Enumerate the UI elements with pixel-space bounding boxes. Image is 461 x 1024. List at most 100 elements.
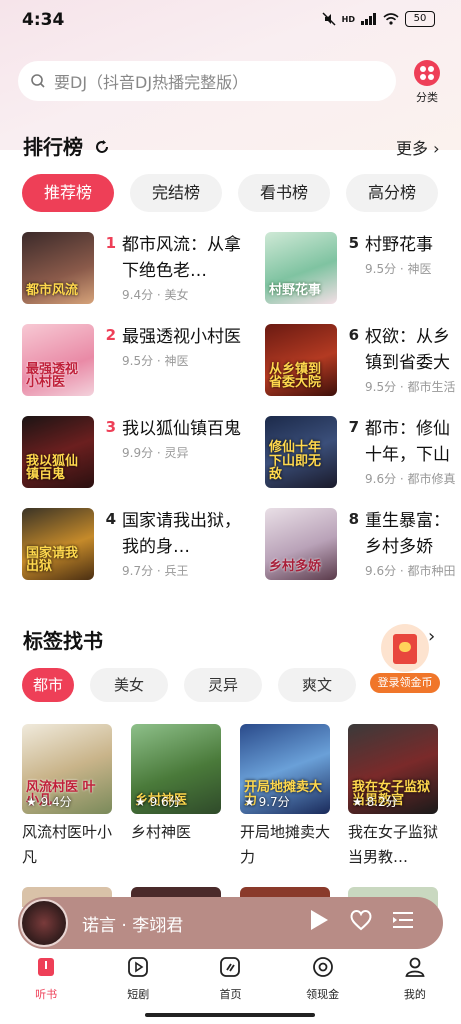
ranking-item[interactable]: 我以狐仙镇百鬼 3 我以狐仙镇百鬼 9.9分 · 灵异 bbox=[22, 416, 247, 488]
book-cover: 风流村医 叶小凡 ★ 9.4分 bbox=[22, 724, 112, 814]
nav-label: 我的 bbox=[403, 988, 426, 1001]
tab-reading[interactable]: 看书榜 bbox=[238, 174, 330, 212]
book-cover: 开局地摊卖大力 ★ 9.7分 bbox=[240, 724, 330, 814]
coin-icon bbox=[311, 956, 335, 980]
ranking-item[interactable]: 都市风流 1 都市风流：从拿下绝色老… 9.4分 · 美女 bbox=[22, 232, 247, 304]
book-score: 9.5分 bbox=[365, 262, 397, 276]
nav-short-drama[interactable]: 短剧 bbox=[92, 952, 184, 1002]
playlist-icon[interactable] bbox=[388, 910, 418, 936]
book-tag: 神医 bbox=[164, 354, 189, 368]
battery-indicator: 50 bbox=[405, 11, 435, 27]
album-art bbox=[20, 899, 68, 947]
refresh-icon[interactable] bbox=[94, 139, 110, 155]
tab-finished[interactable]: 完结榜 bbox=[130, 174, 222, 212]
ranking-item[interactable]: 村野花事 5 村野花事 9.5分 · 神医 bbox=[265, 232, 461, 304]
chip-urban[interactable]: 都市 bbox=[22, 668, 74, 702]
play-icon bbox=[126, 956, 150, 980]
book-meta: 9.6分 · 都市种田 bbox=[365, 564, 456, 578]
tag-book-card[interactable]: 我在女子监狱当男教官 ★ 8.2分 我在女子监狱当男教… bbox=[348, 724, 438, 870]
nav-label: 短剧 bbox=[127, 988, 150, 1001]
tab-recommend[interactable]: 推荐榜 bbox=[22, 174, 114, 212]
gold-coin-widget[interactable]: 登录领金币 bbox=[370, 624, 440, 696]
ranking-item[interactable]: 修仙十年下山即无敌 7 都市：修仙十年，下山即… 9.6分 · 都市修真 bbox=[265, 416, 461, 488]
nav-listen[interactable]: 听书 bbox=[0, 952, 92, 1002]
book-cover: 我在女子监狱当男教官 ★ 8.2分 bbox=[348, 724, 438, 814]
heart-icon[interactable] bbox=[346, 909, 376, 937]
ranking-more-link[interactable]: 更多 › bbox=[396, 135, 440, 159]
ranking-item[interactable]: 从乡镇到省委大院 6 权欲：从乡镇到省委大院 9.5分 · 都市生活 bbox=[265, 324, 461, 396]
book-meta: 9.9分 · 灵异 bbox=[122, 446, 189, 460]
tag-book-card[interactable]: 开局地摊卖大力 ★ 9.7分 开局地摊卖大力 bbox=[240, 724, 330, 870]
book-cover: 修仙十年下山即无敌 bbox=[265, 416, 337, 488]
wifi-icon bbox=[383, 13, 399, 25]
cover-text: 乡村多娇 bbox=[269, 559, 322, 575]
tag-book-card[interactable]: 乡村神医 ★ 9.6分 乡村神医 bbox=[131, 724, 221, 845]
book-cover: 乡村神医 ★ 9.6分 bbox=[131, 724, 221, 814]
book-score: 9.6分 bbox=[365, 564, 397, 578]
now-playing: 诺言 · 李翊君 bbox=[82, 915, 184, 936]
chip-supernatural[interactable]: 灵异 bbox=[184, 668, 262, 702]
book-cover: 村野花事 bbox=[265, 232, 337, 304]
nav-home[interactable]: 首页 bbox=[184, 952, 276, 1002]
cover-text: 修仙十年下山即无敌 bbox=[269, 440, 322, 483]
chip-beauty[interactable]: 美女 bbox=[90, 668, 168, 702]
nav-profile[interactable]: 我的 bbox=[369, 952, 461, 1002]
tab-high-score[interactable]: 高分榜 bbox=[346, 174, 438, 212]
chevron-right-icon: › bbox=[428, 139, 440, 158]
book-title: 风流村医叶小凡 bbox=[22, 823, 112, 866]
score-value: 8.2分 bbox=[366, 795, 398, 809]
book-title: 国家请我出狱，我的身… bbox=[122, 511, 241, 557]
cover-text: 我以狐仙镇百鬼 bbox=[26, 453, 79, 483]
ranking-tabs: 推荐榜 完结榜 看书榜 高分榜 bbox=[22, 174, 438, 212]
ranking-item[interactable]: 乡村多娇 8 重生暴富：乡村多娇 9.6分 · 都市种田 bbox=[265, 508, 461, 580]
mute-icon bbox=[322, 12, 336, 26]
grid-icon bbox=[414, 60, 440, 86]
book-meta: 9.5分 · 都市生活 bbox=[365, 380, 456, 394]
book-tag: 兵王 bbox=[164, 564, 189, 578]
ranking-item[interactable]: 国家请我出狱 4 国家请我出狱，我的身… 9.7分 · 兵王 bbox=[22, 508, 247, 580]
cover-text: 国家请我出狱 bbox=[26, 545, 79, 575]
category-button[interactable]: 分类 bbox=[410, 60, 444, 105]
category-label: 分类 bbox=[416, 91, 438, 104]
book-score: 9.5分 bbox=[122, 354, 154, 368]
book-tag: 美女 bbox=[164, 288, 189, 302]
book-title: 重生暴富：乡村多娇 bbox=[365, 511, 450, 557]
cover-text: 都市风流 bbox=[26, 283, 79, 299]
signal-icon bbox=[361, 13, 376, 25]
search-icon bbox=[31, 74, 45, 88]
book-cover: 从乡镇到省委大院 bbox=[265, 324, 337, 396]
book-title: 权欲：从乡镇到省委大院 bbox=[365, 327, 450, 373]
nav-label: 首页 bbox=[219, 988, 242, 1001]
status-icons: HD 50 bbox=[322, 11, 435, 27]
book-score: 9.6分 bbox=[365, 472, 397, 486]
book-title: 开局地摊卖大力 bbox=[240, 823, 330, 866]
book-score: 9.5分 bbox=[365, 380, 397, 394]
book-meta: 9.5分 · 神医 bbox=[365, 262, 432, 276]
search-placeholder: 要DJ（抖音DJ热播完整版） bbox=[54, 73, 249, 92]
tag-book-card[interactable]: 风流村医 叶小凡 ★ 9.4分 风流村医叶小凡 bbox=[22, 724, 112, 870]
status-bar: 4:34 HD 50 bbox=[0, 0, 461, 40]
gold-label: 登录领金币 bbox=[370, 673, 440, 693]
book-title: 都市：修仙十年，下山即… bbox=[365, 419, 450, 465]
book-tag: 灵异 bbox=[164, 446, 189, 460]
chip-cool[interactable]: 爽文 bbox=[278, 668, 356, 702]
book-cover: 我以狐仙镇百鬼 bbox=[22, 416, 94, 488]
rank-number: 5 bbox=[348, 234, 359, 252]
search-bar[interactable]: 要DJ（抖音DJ热播完整版） bbox=[18, 61, 396, 101]
play-icon[interactable] bbox=[304, 909, 334, 937]
status-time: 4:34 bbox=[22, 10, 65, 30]
cover-text: 最强透视小村医 bbox=[26, 361, 79, 391]
ranking-item[interactable]: 最强透视小村医 2 最强透视小村医 9.5分 · 神医 bbox=[22, 324, 247, 396]
nav-label: 领现金 bbox=[306, 988, 340, 1001]
book-title: 村野花事 bbox=[365, 235, 433, 255]
book-cover: 乡村多娇 bbox=[265, 508, 337, 580]
book-meta: 9.6分 · 都市修真 bbox=[365, 472, 456, 486]
nav-cash[interactable]: 领现金 bbox=[277, 952, 369, 1002]
book-meta: 9.5分 · 神医 bbox=[122, 354, 189, 368]
nav-label: 听书 bbox=[35, 988, 58, 1001]
book-meta: 9.4分 · 美女 bbox=[122, 288, 189, 302]
book-title: 我以狐仙镇百鬼 bbox=[122, 419, 241, 439]
rank-number: 6 bbox=[348, 326, 359, 344]
mini-player[interactable]: 诺言 · 李翊君 bbox=[18, 897, 443, 949]
home-icon bbox=[218, 956, 242, 980]
